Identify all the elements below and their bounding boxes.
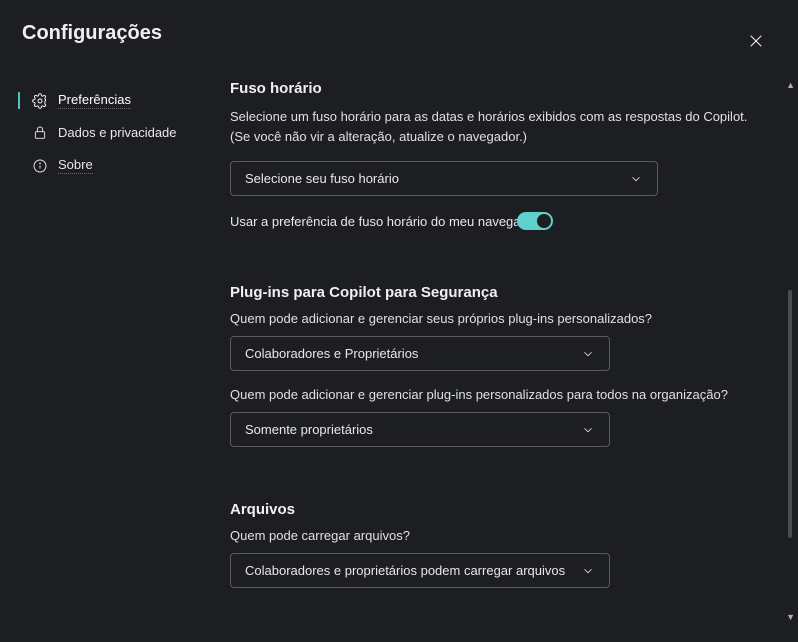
close-icon [747,32,765,53]
files-q1-value: Colaboradores e proprietários podem carr… [245,563,565,578]
chevron-down-icon [581,347,595,361]
timezone-select-value: Selecione seu fuso horário [245,171,399,186]
sidebar-item-label: Dados e privacidade [58,125,177,141]
plugins-q1-select[interactable]: Colaboradores e Proprietários [230,336,610,371]
main-content: Fuso horário Selecione um fuso horário p… [210,80,770,642]
section-files: Arquivos Quem pode carregar arquivos? Co… [230,501,768,588]
section-timezone: Fuso horário Selecione um fuso horário p… [230,80,768,230]
chevron-down-icon [581,564,595,578]
sidebar-item-label: Preferências [58,92,131,109]
sidebar-item-preferences[interactable]: Preferências [22,84,210,117]
sidebar-item-data-privacy[interactable]: Dados e privacidade [22,117,210,149]
use-browser-timezone-toggle[interactable] [517,212,553,230]
dialog-header: Configurações [22,22,770,56]
close-button[interactable] [742,28,770,56]
plugins-q2-value: Somente proprietários [245,422,373,437]
section-title-files: Arquivos [230,501,768,518]
scroll-up-arrow[interactable]: ▲ [786,80,795,90]
timezone-select[interactable]: Selecione seu fuso horário [230,161,658,196]
plugins-q1-label: Quem pode adicionar e gerenciar seus pró… [230,311,768,326]
page-title: Configurações [22,22,162,45]
chevron-down-icon [629,172,643,186]
info-icon [32,158,48,174]
section-title-plugins: Plug-ins para Copilot para Segurança [230,284,768,301]
sidebar-item-label: Sobre [58,157,93,174]
timezone-description: Selecione um fuso horário para as datas … [230,107,768,147]
plugins-q1-value: Colaboradores e Proprietários [245,346,418,361]
timezone-toggle-label: Usar a preferência de fuso horário do me… [230,214,539,229]
gear-icon [32,93,48,109]
chevron-down-icon [581,423,595,437]
files-q1-label: Quem pode carregar arquivos? [230,528,768,543]
plugins-q2-select[interactable]: Somente proprietários [230,412,610,447]
sidebar: Preferências Dados e privacidade [22,80,210,642]
files-q1-select[interactable]: Colaboradores e proprietários podem carr… [230,553,610,588]
plugins-q2-label: Quem pode adicionar e gerenciar plug-ins… [230,387,768,402]
scrollbar-thumb[interactable] [788,290,792,538]
section-title-timezone: Fuso horário [230,80,768,97]
lock-icon [32,125,48,141]
section-plugins: Plug-ins para Copilot para Segurança Que… [230,284,768,447]
scroll-down-arrow[interactable]: ▼ [786,612,795,622]
sidebar-item-about[interactable]: Sobre [22,149,210,182]
